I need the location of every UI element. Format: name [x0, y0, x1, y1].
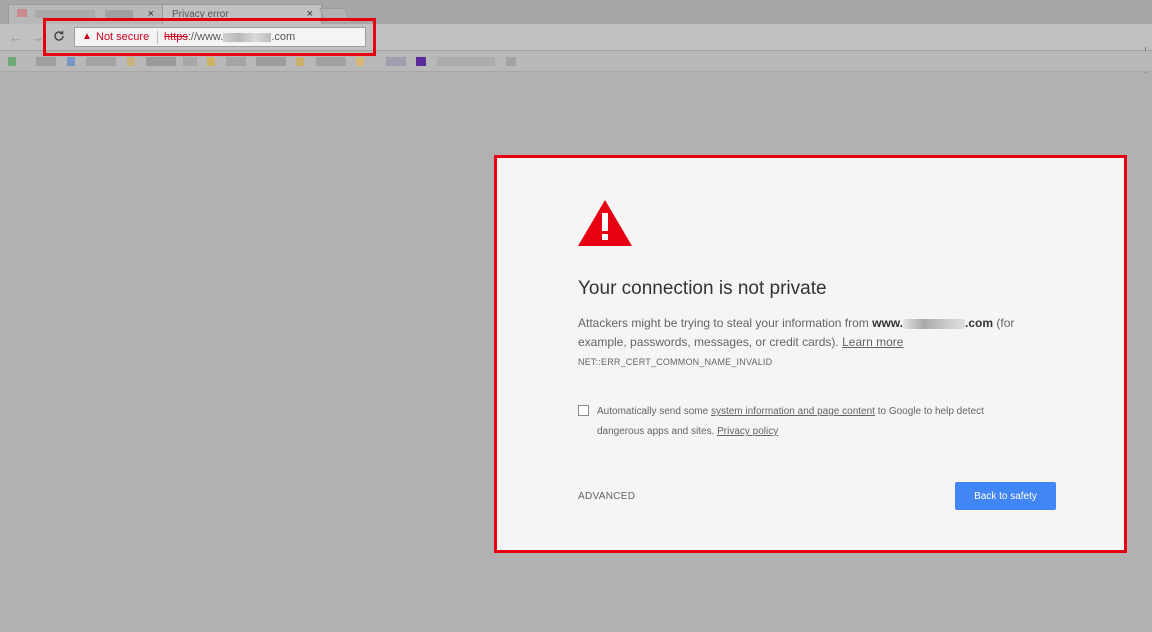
bookmark-item[interactable]	[316, 57, 346, 66]
description-prefix: Attackers might be trying to steal your …	[578, 316, 873, 330]
report-checkbox[interactable]	[578, 405, 589, 416]
bookmark-item[interactable]	[146, 57, 176, 66]
tab-favicon-blurred	[17, 9, 27, 17]
bookmark-item[interactable]	[296, 57, 304, 66]
bookmark-item[interactable]	[127, 57, 135, 66]
bookmark-item[interactable]	[207, 57, 215, 66]
bookmark-item[interactable]	[183, 57, 197, 66]
page-title: Your connection is not private	[578, 278, 827, 299]
error-description: Attackers might be trying to steal your …	[578, 314, 1038, 352]
learn-more-link[interactable]: Learn more	[842, 335, 903, 349]
error-code: NET::ERR_CERT_COMMON_NAME_INVALID	[578, 357, 773, 367]
advanced-button[interactable]: ADVANCED	[578, 491, 635, 502]
tab-strip: × Privacy error ×	[0, 0, 1152, 24]
url-suffix: .com	[271, 31, 296, 43]
url-scheme: https	[164, 31, 188, 43]
url-prefix: ://www.	[187, 31, 224, 43]
forward-arrow-icon[interactable]: →	[31, 30, 44, 45]
bookmark-item[interactable]	[226, 57, 246, 66]
tab-title-blurred	[35, 10, 95, 18]
bookmark-item[interactable]	[67, 57, 75, 66]
tab-privacy-error[interactable]: Privacy error ×	[162, 4, 322, 24]
tab-close-icon[interactable]: ×	[148, 8, 154, 20]
url-blurred	[223, 32, 272, 42]
browser-toolbar: ← → ▲ Not secure https://www. .com	[0, 24, 1152, 51]
bookmark-item[interactable]	[506, 57, 516, 66]
reload-icon[interactable]	[53, 29, 65, 45]
bookmark-item[interactable]	[437, 57, 495, 66]
bookmark-item[interactable]	[386, 57, 406, 66]
bookmark-item[interactable]	[416, 57, 426, 66]
privacy-policy-link[interactable]: Privacy policy	[717, 426, 778, 437]
tab-title: Privacy error	[172, 9, 229, 20]
tab-blurred[interactable]: ×	[8, 4, 163, 24]
address-bar[interactable]: ▲ Not secure https://www. .com	[74, 27, 366, 47]
bookmark-item[interactable]	[356, 57, 364, 66]
omnibox-separator	[157, 31, 158, 44]
warning-triangle-icon	[578, 200, 632, 246]
bookmark-item[interactable]	[8, 57, 16, 66]
reload-glyph	[54, 30, 64, 41]
back-arrow-icon[interactable]: ←	[9, 30, 22, 45]
domain-blurred	[903, 318, 966, 329]
bookmarks-bar	[0, 51, 1152, 72]
tab-close-icon[interactable]: ×	[307, 8, 313, 20]
system-info-link[interactable]: system information and page content	[711, 406, 875, 417]
security-status[interactable]: Not secure	[96, 31, 149, 43]
new-tab-button[interactable]	[319, 8, 351, 22]
domain-prefix: www.	[872, 316, 904, 330]
tab-title-blurred	[105, 10, 133, 18]
report-prefix: Automatically send some	[597, 406, 711, 417]
bookmark-item[interactable]	[36, 57, 56, 66]
domain-suffix: .com	[965, 316, 994, 330]
domain-name: www. .com	[872, 316, 993, 330]
back-to-safety-button[interactable]: Back to safety	[955, 482, 1056, 510]
bookmark-item[interactable]	[86, 57, 116, 66]
warning-icon: ▲	[82, 31, 92, 42]
url-text[interactable]: https://www. .com	[164, 31, 295, 43]
report-text: Automatically send some system informati…	[597, 402, 1027, 442]
privacy-error-interstitial: Your connection is not private Attackers…	[496, 157, 1125, 551]
bookmark-item[interactable]	[256, 57, 286, 66]
